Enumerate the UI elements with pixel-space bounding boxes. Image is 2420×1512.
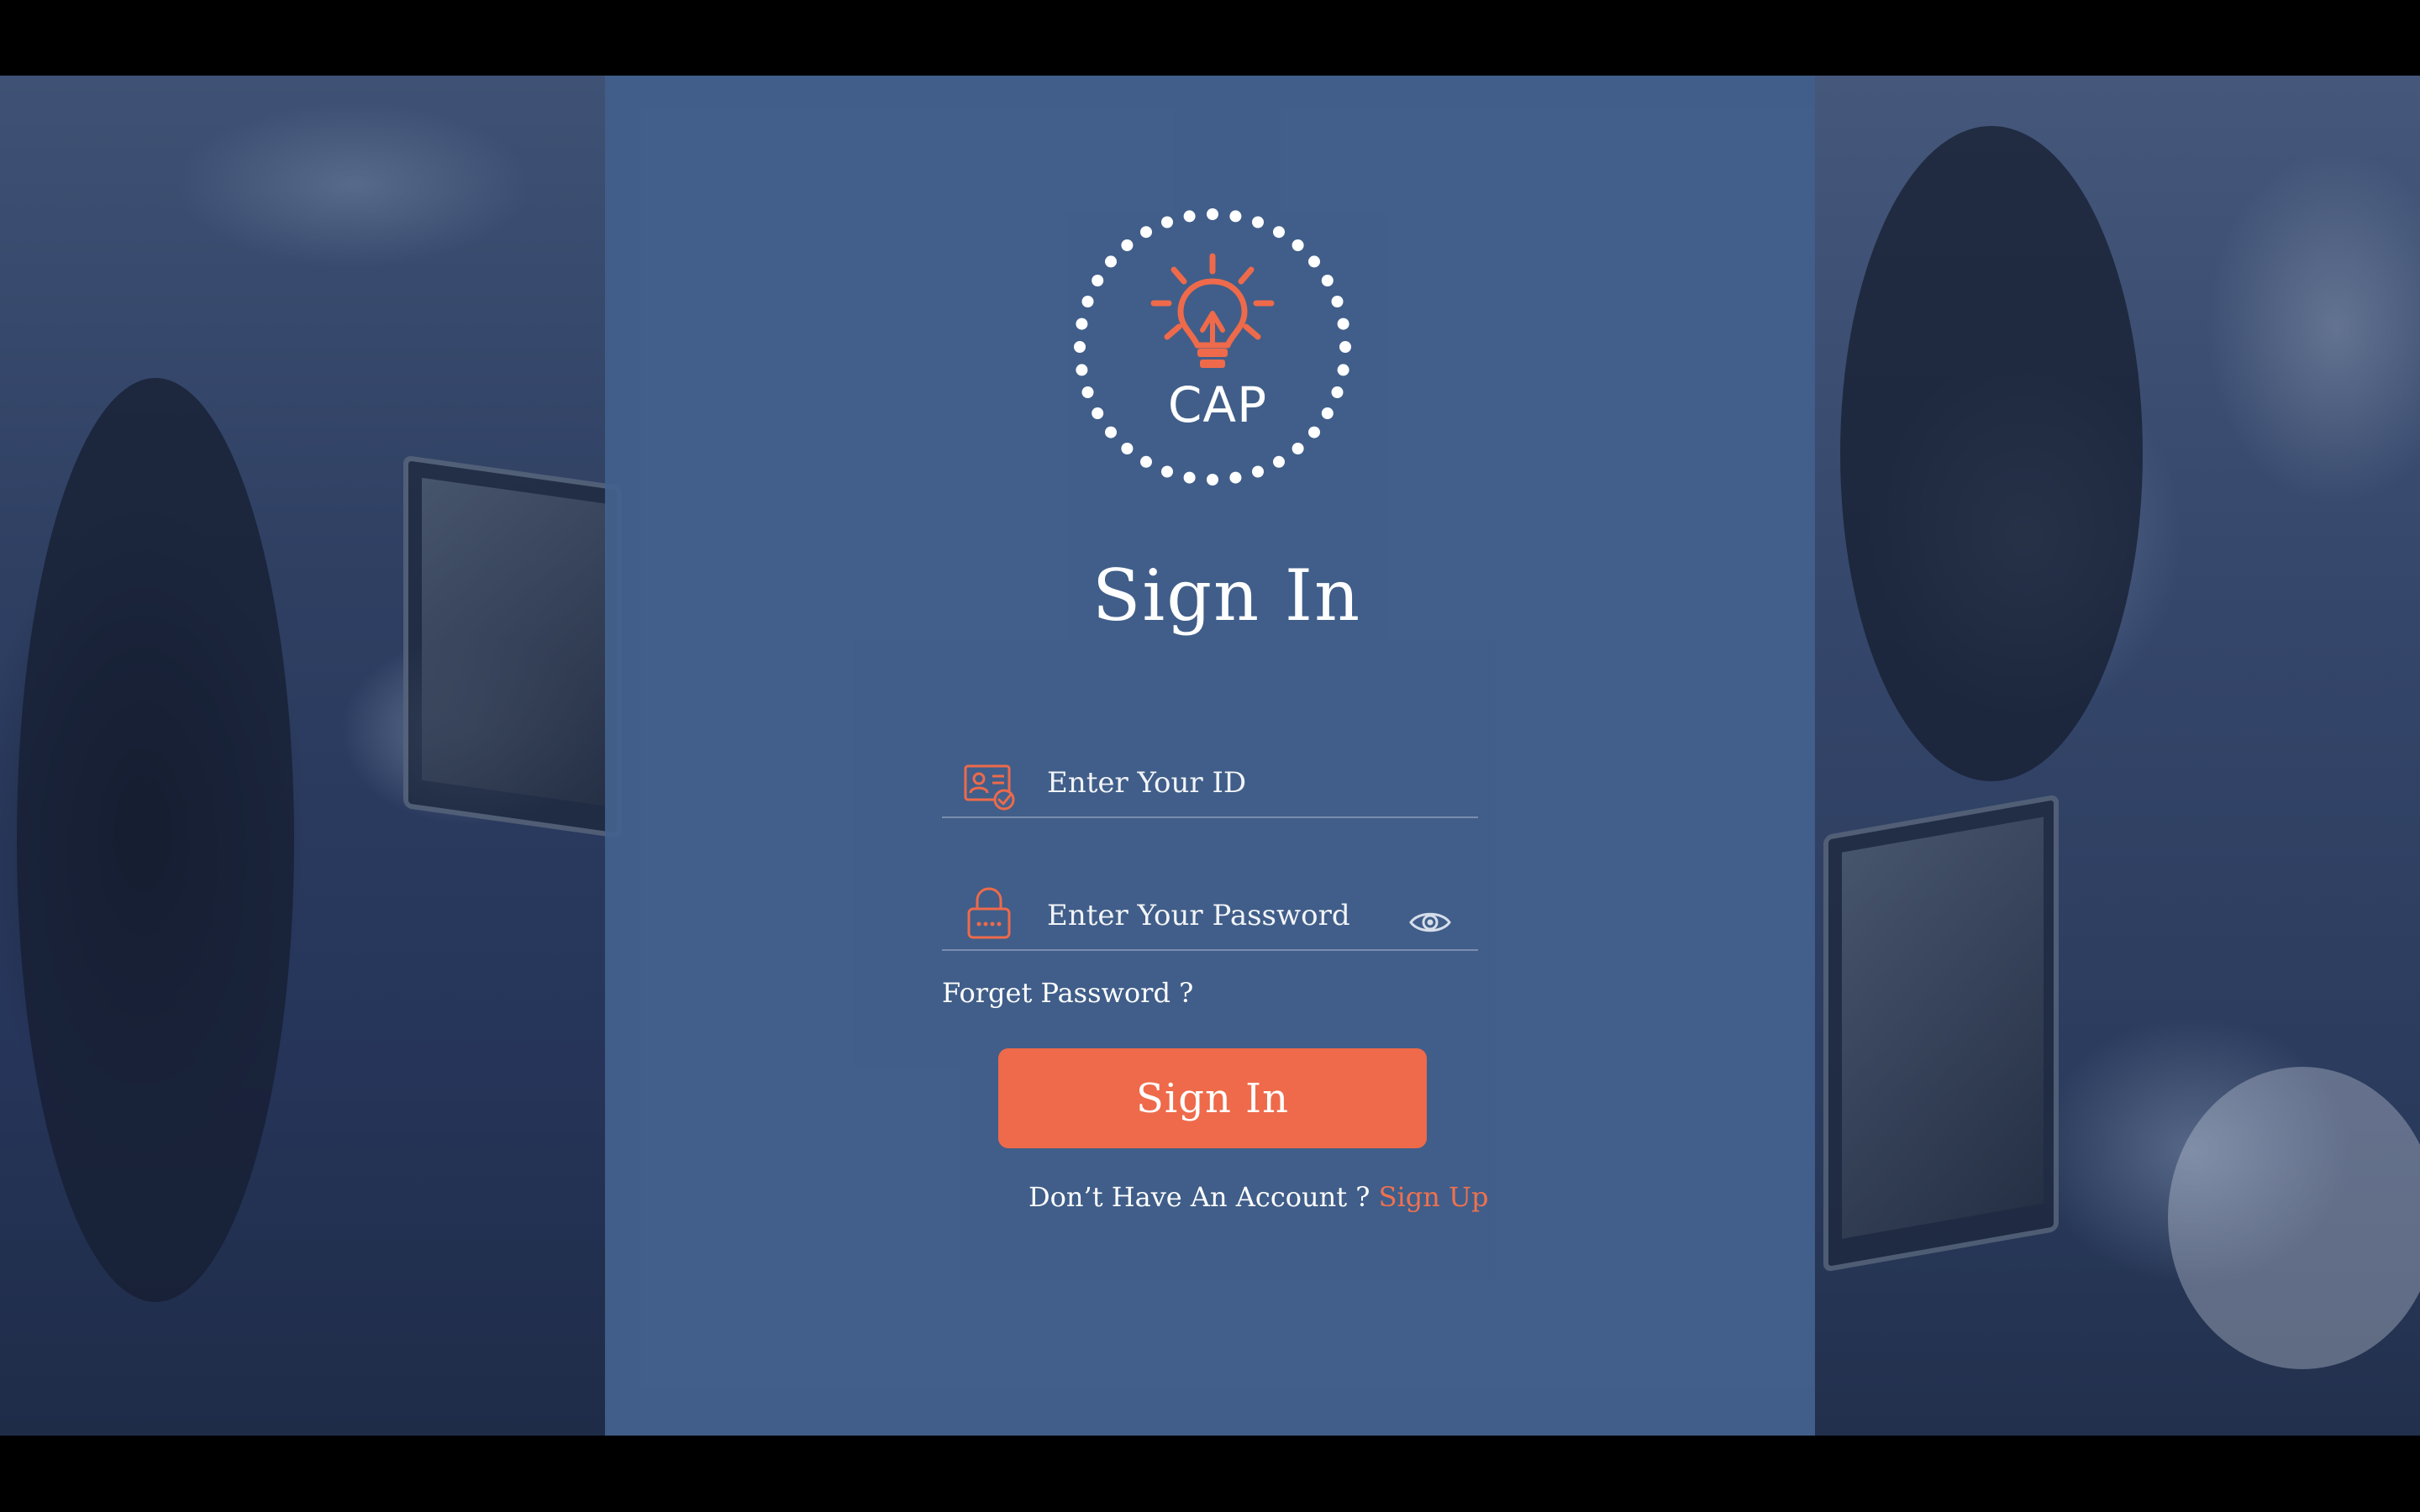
laptop-right-silhouette xyxy=(1823,794,2059,1273)
eye-icon[interactable] xyxy=(1408,907,1452,937)
logo-ring-dot xyxy=(1207,208,1218,220)
hand-right-silhouette xyxy=(2168,1067,2420,1369)
logo-ring-dot xyxy=(1273,226,1285,239)
logo-ring-dot xyxy=(1183,210,1196,223)
laptop-left-silhouette xyxy=(403,454,622,839)
logo-ring-dot xyxy=(1207,474,1218,486)
logo-ring-dot xyxy=(1229,210,1242,223)
logo-ring-dot xyxy=(1339,341,1351,353)
logo-ring-dot xyxy=(1140,455,1152,468)
laptop-screen-right xyxy=(1842,816,2044,1239)
logo-ring-dot xyxy=(1076,318,1088,330)
sign-in-button[interactable]: Sign In xyxy=(998,1048,1427,1148)
logo-ring-dot xyxy=(1161,465,1173,478)
logo-ring-dot xyxy=(1229,471,1242,484)
logo-ring-dot xyxy=(1121,239,1134,251)
logo-ring-dot xyxy=(1308,255,1320,268)
sign-up-link[interactable]: Sign Up xyxy=(1379,1181,1489,1213)
logo-ring-dot xyxy=(1252,465,1264,478)
lightbulb-icon xyxy=(1074,208,1351,486)
background-right xyxy=(1815,76,2420,1436)
logo-ring-dot xyxy=(1273,455,1285,468)
id-input[interactable] xyxy=(1047,759,1400,806)
logo-ring-dot xyxy=(1121,443,1134,454)
person-right-silhouette xyxy=(1840,126,2143,781)
logo-ring-dot xyxy=(1074,341,1086,353)
password-input[interactable] xyxy=(1047,892,1400,939)
forgot-password-link[interactable]: Forget Password ? xyxy=(942,977,1193,1009)
logo-ring-dot xyxy=(1331,296,1344,307)
password-field xyxy=(942,867,1478,951)
logo-ring-dot xyxy=(1161,216,1173,228)
laptop-screen-left xyxy=(422,477,607,806)
page-title: Sign In xyxy=(1092,554,1362,637)
logo-ring-dot xyxy=(1337,318,1349,330)
logo-ring-dot xyxy=(1092,275,1104,286)
logo-ring-dot xyxy=(1183,471,1196,484)
logo-ring-dot xyxy=(1081,296,1094,307)
logo-text: CAP xyxy=(1167,376,1268,433)
logo-ring-dot xyxy=(1252,216,1264,228)
no-account-text: Don’t Have An Account ? xyxy=(1028,1181,1370,1213)
logo-ring-dot xyxy=(1321,275,1334,286)
logo-ring-dot xyxy=(1292,443,1304,454)
signup-row: Don’t Have An Account ? Sign Up xyxy=(1028,1181,1499,1213)
logo-ring-dot xyxy=(1076,364,1088,376)
person-left-silhouette xyxy=(17,378,294,1302)
logo-ring-dot xyxy=(1140,226,1152,239)
id-card-icon xyxy=(964,764,1015,811)
id-field xyxy=(942,734,1478,818)
logo-ring-dot xyxy=(1105,255,1117,268)
lock-icon xyxy=(967,887,1011,939)
logo-ring-dot xyxy=(1337,364,1349,376)
app-window: CAP Sign In Forget Password xyxy=(0,0,2420,1512)
logo-ring-dot xyxy=(1292,239,1304,251)
background-left xyxy=(0,76,622,1436)
